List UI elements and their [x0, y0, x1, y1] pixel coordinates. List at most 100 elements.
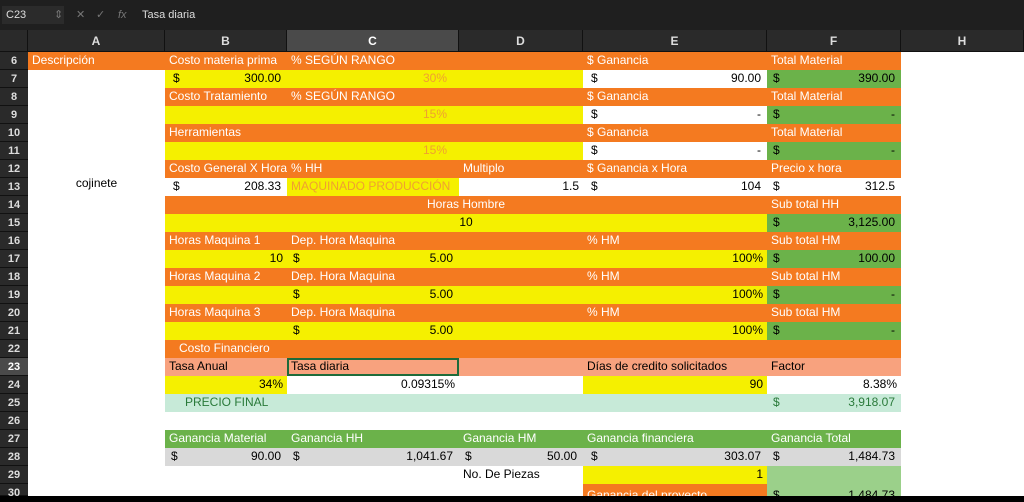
header-ganancia-material[interactable]: Ganancia Material: [165, 430, 287, 448]
header-total-material-1[interactable]: Total Material: [767, 52, 901, 70]
row-header-23[interactable]: 23: [0, 358, 28, 376]
rango-percent-3[interactable]: 15%: [287, 142, 583, 160]
cell-c19[interactable]: $5.00: [287, 286, 459, 304]
row-header-11[interactable]: 11: [0, 142, 28, 160]
header-dep-hora-maquina-2[interactable]: Dep. Hora Maquina: [287, 268, 583, 286]
hm-2-value[interactable]: 100%: [459, 286, 767, 304]
cell-f11[interactable]: $ -: [767, 142, 901, 160]
no-piezas-value[interactable]: 1: [583, 466, 767, 484]
header-hm-2[interactable]: % HM: [583, 268, 767, 286]
maquinado-produccion-dropdown[interactable]: MAQUINADO PRODUCCIÓN: [287, 178, 459, 196]
header-subtotal-hm-3[interactable]: Sub total HM: [767, 304, 901, 322]
row-30-left-empty[interactable]: [28, 484, 583, 496]
cell-b9[interactable]: [165, 106, 287, 124]
row-header-12[interactable]: 12: [0, 160, 28, 178]
cell-f28[interactable]: $1,484.73: [767, 448, 901, 466]
row-header-16[interactable]: 16: [0, 232, 28, 250]
factor-value[interactable]: 8.38%: [767, 376, 901, 394]
cell-a28[interactable]: [28, 448, 165, 466]
header-factor[interactable]: Factor: [767, 358, 901, 376]
row-header-24[interactable]: 24: [0, 376, 28, 394]
cell-e7[interactable]: $90.00: [583, 70, 767, 88]
cell-b28[interactable]: $90.00: [165, 448, 287, 466]
header-total-material-3[interactable]: Total Material: [767, 124, 901, 142]
header-costo-materia-prima[interactable]: Costo materia prima: [165, 52, 287, 70]
row-header-22[interactable]: 22: [0, 340, 28, 358]
header-ganancia-hora[interactable]: $ Ganancia x Hora: [583, 160, 767, 178]
row-header-8[interactable]: 8: [0, 88, 28, 106]
row-header-13[interactable]: 13: [0, 178, 28, 196]
hm-3-value[interactable]: 100%: [459, 322, 767, 340]
cell-f21[interactable]: $ -: [767, 322, 901, 340]
row-29-left-empty[interactable]: [28, 466, 459, 484]
cell-e13[interactable]: $104: [583, 178, 767, 196]
header-ganancia-1[interactable]: $ Ganancia: [583, 52, 767, 70]
cell-a23[interactable]: [28, 358, 165, 376]
cell-f19[interactable]: $ -: [767, 286, 901, 304]
label-no-piezas[interactable]: No. De Piezas: [459, 466, 583, 484]
cell-c17[interactable]: $5.00: [287, 250, 459, 268]
col-header-d[interactable]: D: [459, 30, 583, 52]
col-header-e[interactable]: E: [583, 30, 767, 52]
row-header-17[interactable]: 17: [0, 250, 28, 268]
cell-d24[interactable]: [459, 376, 583, 394]
header-hm-3[interactable]: % HM: [583, 304, 767, 322]
horas-hombre-value[interactable]: 10: [165, 214, 767, 232]
header-dep-hora-maquina-3[interactable]: Dep. Hora Maquina: [287, 304, 583, 322]
row-header-10[interactable]: 10: [0, 124, 28, 142]
row-header-29[interactable]: 29: [0, 466, 28, 484]
row-header-9[interactable]: 9: [0, 106, 28, 124]
header-dep-hora-maquina-1[interactable]: Dep. Hora Maquina: [287, 232, 583, 250]
header-descripcion[interactable]: Descripción: [28, 52, 165, 70]
row-header-30[interactable]: 30: [0, 484, 28, 499]
horas-maquina-3-value[interactable]: [165, 322, 287, 340]
header-ganancia-financiera[interactable]: Ganancia financiera: [583, 430, 767, 448]
cell-d23[interactable]: [459, 358, 583, 376]
cell-b11[interactable]: [165, 142, 287, 160]
tasa-diaria-selected-cell[interactable]: Tasa diaria: [287, 358, 459, 376]
header-porcentaje-hh[interactable]: % HH: [287, 160, 459, 178]
header-horas-hombre[interactable]: Horas Hombre: [165, 196, 767, 214]
header-subtotal-hm-2[interactable]: Sub total HM: [767, 268, 901, 286]
enter-icon[interactable]: ✓: [96, 6, 105, 24]
row-header-28[interactable]: 28: [0, 448, 28, 466]
cell-a22[interactable]: [28, 340, 165, 358]
column-h-empty[interactable]: [901, 52, 1024, 496]
header-ganancia-3[interactable]: $ Ganancia: [583, 124, 767, 142]
cell-c28[interactable]: $1,041.67: [287, 448, 459, 466]
cell-a25[interactable]: [28, 394, 165, 412]
header-hm-1[interactable]: % HM: [583, 232, 767, 250]
header-ganancia-total[interactable]: Ganancia Total: [767, 430, 901, 448]
row-26-empty[interactable]: [28, 412, 901, 430]
cell-b13[interactable]: $208.33: [165, 178, 287, 196]
cell-f13[interactable]: $312.5: [767, 178, 901, 196]
header-porcentaje-rango-1[interactable]: % SEGÚN RANGO: [287, 52, 583, 70]
header-total-material-2[interactable]: Total Material: [767, 88, 901, 106]
header-subtotal-hm-1[interactable]: Sub total HM: [767, 232, 901, 250]
header-horas-maquina-1[interactable]: Horas Maquina 1: [165, 232, 287, 250]
select-all-corner[interactable]: [0, 30, 28, 52]
cell-f30[interactable]: $1,484.73: [767, 484, 901, 496]
rango-percent-1[interactable]: 30%: [287, 70, 583, 88]
cell-c21[interactable]: $5.00: [287, 322, 459, 340]
cell-a24[interactable]: [28, 376, 165, 394]
header-porcentaje-rango-2[interactable]: % SEGÚN RANGO: [287, 88, 583, 106]
col-header-a[interactable]: A: [28, 30, 165, 52]
col-header-h[interactable]: H: [901, 30, 1024, 52]
multiplo-value[interactable]: 1.5: [459, 178, 583, 196]
header-precio-hora[interactable]: Precio x hora: [767, 160, 901, 178]
rango-percent-2[interactable]: 15%: [287, 106, 583, 124]
col-header-c[interactable]: C: [287, 30, 459, 52]
header-subtotal-hh[interactable]: Sub total HH: [767, 196, 901, 214]
header-ganancia-hh[interactable]: Ganancia HH: [287, 430, 459, 448]
description-merged-cell[interactable]: [28, 70, 165, 358]
row-header-25[interactable]: 25: [0, 394, 28, 412]
cell-b7[interactable]: $300.00: [165, 70, 287, 88]
cell-e28[interactable]: $303.07: [583, 448, 767, 466]
header-costo-financiero[interactable]: Costo Financiero: [165, 340, 901, 358]
tasa-diaria-value[interactable]: 0.09315%: [287, 376, 459, 394]
row-header-14[interactable]: 14: [0, 196, 28, 214]
hm-1-value[interactable]: 100%: [459, 250, 767, 268]
dias-credito-value[interactable]: 90: [583, 376, 767, 394]
cell-f17[interactable]: $100.00: [767, 250, 901, 268]
